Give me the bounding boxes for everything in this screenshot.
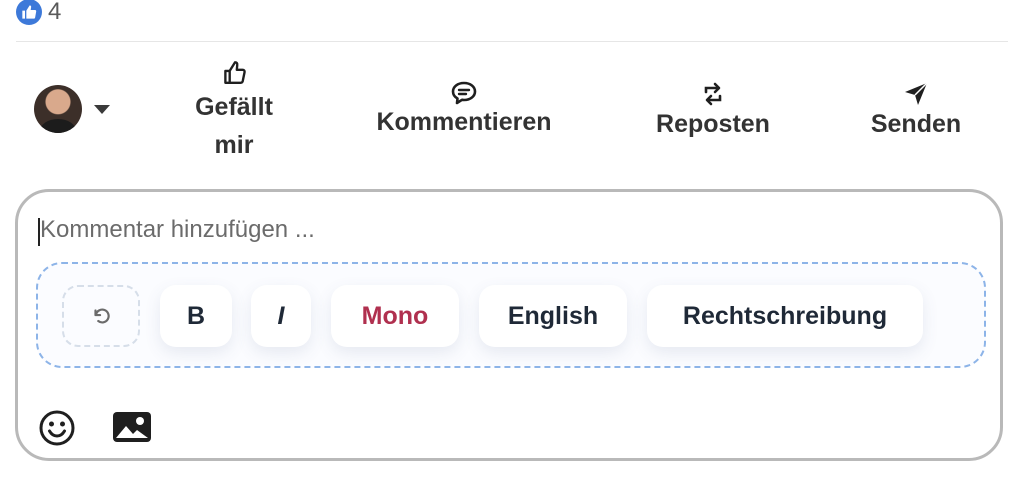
thumbs-up-icon <box>16 0 42 25</box>
repost-icon <box>704 82 722 106</box>
action-bar: Gefällt mir Kommentieren Reposten Senden <box>0 50 1024 175</box>
emoji-button[interactable] <box>38 409 76 452</box>
comment-button[interactable]: Kommentieren <box>366 80 562 137</box>
bold-button[interactable]: B <box>160 285 232 347</box>
like-label: Gefällt mir <box>195 93 273 159</box>
like-button[interactable]: Gefällt mir <box>186 58 282 164</box>
comment-box: B I Mono English Rechtschreibung <box>15 189 1003 461</box>
smiley-icon <box>39 410 75 446</box>
send-label: Senden <box>870 110 962 138</box>
repost-button[interactable]: Reposten <box>646 80 780 139</box>
avatar <box>34 85 82 133</box>
repost-label: Reposten <box>656 110 770 138</box>
english-button[interactable]: English <box>479 285 627 347</box>
actor-selector[interactable] <box>34 85 110 133</box>
text-cursor <box>38 218 40 246</box>
chevron-down-icon <box>94 104 110 114</box>
comment-input[interactable] <box>36 212 940 248</box>
send-button[interactable]: Senden <box>862 80 970 139</box>
undo-button[interactable] <box>62 285 140 347</box>
comment-label: Kommentieren <box>376 108 552 136</box>
undo-icon <box>94 308 110 324</box>
divider <box>16 41 1008 42</box>
post-social-actions: 4 Gefällt mir Kommentieren Reposten Send… <box>0 0 1024 483</box>
reaction-count: 4 <box>48 0 62 25</box>
mono-button[interactable]: Mono <box>331 285 459 347</box>
send-icon <box>905 82 928 105</box>
comment-icon <box>451 81 477 105</box>
reactions-summary[interactable]: 4 <box>16 0 61 30</box>
image-icon <box>113 412 151 442</box>
spelling-button[interactable]: Rechtschreibung <box>647 285 923 347</box>
format-toolbar: B I Mono English Rechtschreibung <box>36 262 986 368</box>
add-image-button[interactable] <box>112 411 152 448</box>
italic-button[interactable]: I <box>251 285 311 347</box>
thumbs-up-outline-icon <box>224 61 246 84</box>
